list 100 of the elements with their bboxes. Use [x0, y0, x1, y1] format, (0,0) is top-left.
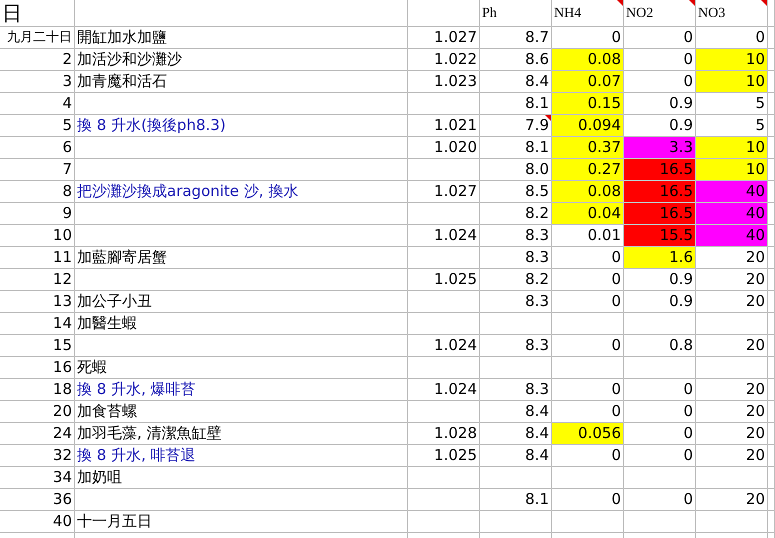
- table-cell: 24: [0, 423, 75, 445]
- empty-cell: [624, 357, 696, 379]
- table-cell: 5: [696, 93, 768, 115]
- table-cell: 0.9: [624, 269, 696, 291]
- table-cell: 10: [696, 71, 768, 93]
- empty-cell: [408, 159, 480, 181]
- table-cell: 開缸加水加鹽: [75, 27, 408, 49]
- table-cell: 0.07: [552, 71, 624, 93]
- table-cell: 0: [552, 379, 624, 401]
- table-cell: 20: [696, 291, 768, 313]
- table-cell: 1.022: [408, 49, 480, 71]
- table-cell: 40: [696, 225, 768, 247]
- empty-cell: [696, 357, 768, 379]
- empty-cell: [624, 313, 696, 335]
- table-cell: 1.027: [408, 27, 480, 49]
- table-cell: 4: [0, 93, 75, 115]
- table-cell: 0.27: [552, 159, 624, 181]
- table-cell: 1.020: [408, 137, 480, 159]
- table-cell: 0: [552, 489, 624, 511]
- empty-cell: [408, 93, 480, 115]
- table-cell: 3: [0, 71, 75, 93]
- column-header: Ph: [480, 0, 552, 27]
- table-cell: 20: [696, 489, 768, 511]
- table-cell: 20: [696, 423, 768, 445]
- table-cell: 0.08: [552, 49, 624, 71]
- table-cell: 32: [0, 445, 75, 467]
- table-cell: 1.024: [408, 379, 480, 401]
- table-cell: 15: [0, 335, 75, 357]
- table-cell: 40: [696, 203, 768, 225]
- table-cell: 8.7: [480, 27, 552, 49]
- table-cell: 死蝦: [75, 357, 408, 379]
- table-cell: 15.5: [624, 225, 696, 247]
- table-cell: 10: [696, 137, 768, 159]
- table-cell: 加活沙和沙灘沙: [75, 49, 408, 71]
- table-cell: 5: [0, 115, 75, 137]
- table-cell: 0.8: [624, 335, 696, 357]
- table-cell: 20: [696, 335, 768, 357]
- empty-cell: [480, 313, 552, 335]
- table-cell: 0: [552, 269, 624, 291]
- empty-cell: [408, 357, 480, 379]
- table-cell: 0.056: [552, 423, 624, 445]
- table-cell: 8.3: [480, 291, 552, 313]
- table-cell: 0.04: [552, 203, 624, 225]
- table-cell: 1.028: [408, 423, 480, 445]
- table-cell: 16.5: [624, 181, 696, 203]
- empty-cell: [552, 467, 624, 489]
- table-cell: 18: [0, 379, 75, 401]
- empty-cell: [480, 357, 552, 379]
- empty-cell: [408, 203, 480, 225]
- empty-cell: [696, 313, 768, 335]
- column-header: 日: [0, 0, 75, 27]
- table-cell: 加奶咀: [75, 467, 408, 489]
- table-cell: 20: [696, 247, 768, 269]
- table-cell: 換 8 升水, 啡苔退: [75, 445, 408, 467]
- table-cell: 0: [624, 489, 696, 511]
- table-cell: 40: [0, 511, 75, 533]
- table-cell: 8.2: [480, 269, 552, 291]
- table-cell: 16.5: [624, 203, 696, 225]
- empty-cell: [408, 467, 480, 489]
- table-cell: 加藍腳寄居蟹: [75, 247, 408, 269]
- table-cell: 換 8 升水, 爆啡苔: [75, 379, 408, 401]
- table-cell: 16: [0, 357, 75, 379]
- table-cell: 0.08: [552, 181, 624, 203]
- table-cell: 8.3: [480, 335, 552, 357]
- table-cell: 0: [624, 423, 696, 445]
- table-cell: 1.024: [408, 225, 480, 247]
- table-cell: 1.024: [408, 335, 480, 357]
- table-cell: 0: [624, 401, 696, 423]
- table-cell: 1.6: [624, 247, 696, 269]
- table-cell: 九月二十日: [0, 27, 75, 49]
- table-cell: 34: [0, 467, 75, 489]
- table-cell: 1.023: [408, 71, 480, 93]
- table-cell: 0: [552, 291, 624, 313]
- table-cell: 7: [0, 159, 75, 181]
- column-header: NO3: [696, 0, 768, 27]
- column-header: NO2: [624, 0, 696, 27]
- comment-indicator-icon: [689, 0, 695, 6]
- table-cell: 0.37: [552, 137, 624, 159]
- empty-cell: [408, 313, 480, 335]
- table-cell: 8.4: [480, 445, 552, 467]
- table-cell: 加羽毛藻, 清潔魚缸壁: [75, 423, 408, 445]
- column-header: NH4: [552, 0, 624, 27]
- table-cell: 8.3: [480, 247, 552, 269]
- table-cell: 8.4: [480, 401, 552, 423]
- table-cell: 1.025: [408, 269, 480, 291]
- table-cell: 0: [552, 335, 624, 357]
- table-cell: 換 8 升水(換後ph8.3): [75, 115, 408, 137]
- table-cell: 13: [0, 291, 75, 313]
- empty-cell: [552, 357, 624, 379]
- empty-cell: [480, 467, 552, 489]
- table-cell: 20: [696, 379, 768, 401]
- table-cell: 把沙灘沙換成aragonite 沙, 換水: [75, 181, 408, 203]
- empty-cell: [408, 401, 480, 423]
- table-cell: 加醫生蝦: [75, 313, 408, 335]
- table-cell: 8.3: [480, 225, 552, 247]
- empty-cell: [624, 467, 696, 489]
- table-cell: 10: [0, 225, 75, 247]
- table-cell: 3.3: [624, 137, 696, 159]
- table-cell: 0: [552, 445, 624, 467]
- table-cell: 2: [0, 49, 75, 71]
